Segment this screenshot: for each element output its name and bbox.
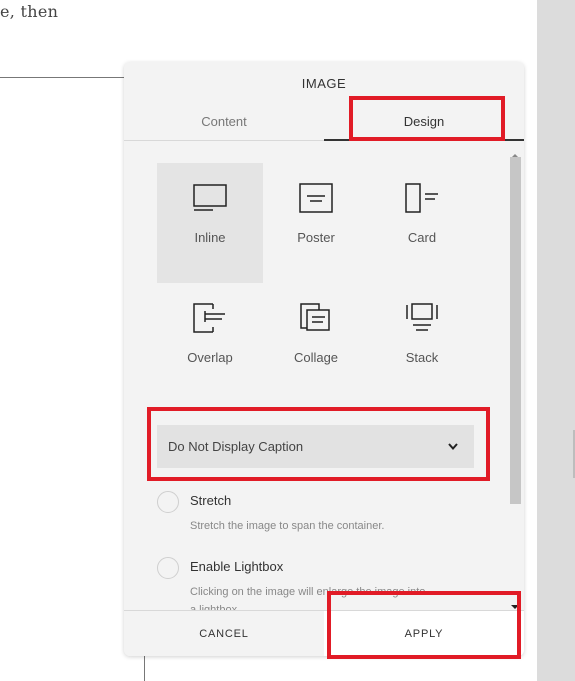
stretch-option: Stretch Stretch the image to span the co… — [157, 491, 487, 536]
image-settings-panel: IMAGE Content Design Inline Poster Card — [124, 62, 524, 656]
layout-option-poster[interactable]: Poster — [263, 163, 369, 283]
lightbox-toggle[interactable] — [157, 557, 179, 579]
apply-button[interactable]: APPLY — [324, 611, 524, 656]
panel-scrollbar-thumb[interactable] — [510, 157, 521, 504]
layout-label: Card — [407, 230, 437, 245]
card-layout-icon — [405, 183, 439, 213]
layout-label: Inline — [194, 230, 226, 245]
stretch-label: Stretch — [190, 493, 232, 508]
layout-option-stack[interactable]: Stack — [369, 283, 475, 403]
inline-layout-icon — [193, 183, 227, 213]
layout-option-inline[interactable]: Inline — [157, 163, 263, 283]
panel-footer: CANCEL APPLY — [124, 610, 524, 656]
layout-label: Poster — [297, 230, 335, 245]
layout-option-collage[interactable]: Collage — [263, 283, 369, 403]
overlap-layout-icon — [193, 303, 227, 333]
caption-select-value: Do Not Display Caption — [168, 439, 304, 454]
layout-label: Stack — [405, 350, 439, 365]
lightbox-description-line: a lightbox. — [190, 604, 241, 610]
editor-text-snippet: e, then — [0, 2, 59, 21]
layout-options: Inline Poster Card Overlap Collage Stack — [157, 163, 475, 403]
poster-layout-icon — [299, 183, 333, 213]
stack-layout-icon — [405, 303, 439, 333]
lightbox-label: Enable Lightbox — [190, 559, 284, 574]
layout-option-overlap[interactable]: Overlap — [157, 283, 263, 403]
editor-divider — [0, 77, 140, 78]
lightbox-description-line: Clicking on the image will enlarge the i… — [190, 586, 426, 598]
caption-select[interactable]: Do Not Display Caption — [157, 425, 474, 468]
tab-content[interactable]: Content — [124, 102, 324, 140]
collage-layout-icon — [299, 303, 333, 333]
lightbox-option: Enable Lightbox Clicking on the image wi… — [157, 557, 487, 610]
stretch-toggle[interactable] — [157, 491, 179, 513]
lightbox-description: Clicking on the image will enlarge the i… — [190, 583, 425, 610]
chevron-down-icon — [447, 440, 459, 455]
editor-block-edge — [144, 655, 145, 681]
active-tab-indicator — [324, 139, 524, 141]
cancel-button[interactable]: CANCEL — [124, 611, 324, 656]
layout-label: Overlap — [187, 350, 233, 365]
layout-label: Collage — [293, 350, 339, 365]
tab-design[interactable]: Design — [324, 102, 524, 140]
page-scrollbar-track[interactable] — [537, 0, 575, 681]
layout-option-card[interactable]: Card — [369, 163, 475, 283]
stretch-description: Stretch the image to span the container. — [190, 520, 385, 532]
panel-title: IMAGE — [301, 76, 347, 91]
